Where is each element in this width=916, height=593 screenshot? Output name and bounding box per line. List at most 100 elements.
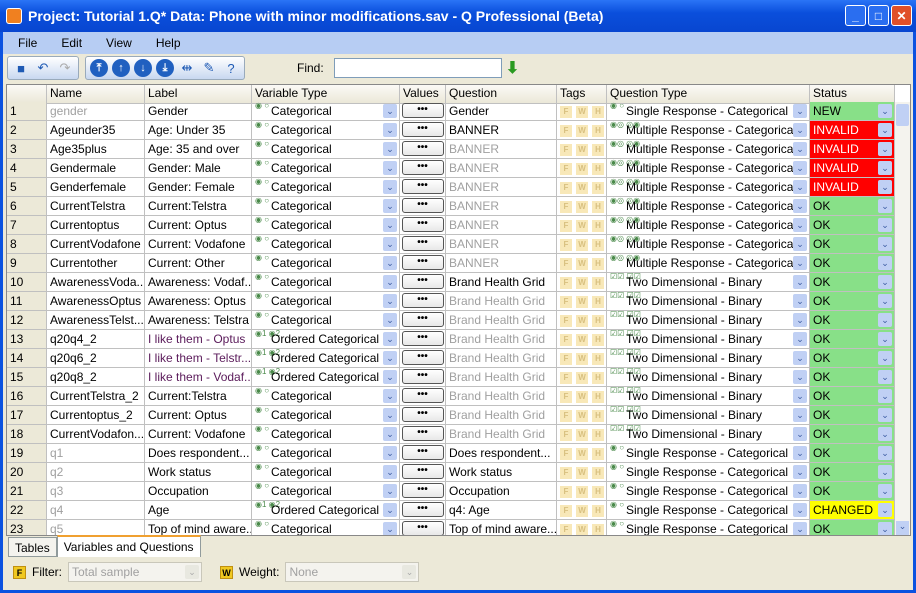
- table-row[interactable]: 18 CurrentVodafon... Current: Vodafone ◉ ○ C…: [7, 425, 897, 444]
- name-cell[interactable]: AwarenessOptus: [47, 292, 145, 311]
- question-cell[interactable]: Work status: [446, 463, 557, 482]
- row-number-cell[interactable]: 6: [7, 197, 47, 216]
- menu-edit[interactable]: Edit: [61, 36, 82, 50]
- table-row[interactable]: 5 Genderfemale Gender: Female ◉ ○ Categorica…: [7, 178, 897, 197]
- row-number-cell[interactable]: 23: [7, 520, 47, 535]
- table-row[interactable]: 8 CurrentVodafone Current: Vodafone ◉ ○ Cate…: [7, 235, 897, 254]
- variable-type-cell[interactable]: ◉1 ◉2Ordered Categorical ⌄: [252, 501, 400, 520]
- status-cell[interactable]: OK ⌄: [810, 349, 895, 368]
- row-number-cell[interactable]: 15: [7, 368, 47, 387]
- table-row[interactable]: 23 q5 Top of mind aware... ◉ ○ Categorical ⌄ •…: [7, 520, 897, 535]
- move-bottom-icon[interactable]: ⤓: [156, 59, 174, 77]
- chevron-down-icon[interactable]: ⌄: [383, 313, 397, 327]
- chevron-down-icon[interactable]: ⌄: [793, 256, 807, 270]
- chevron-down-icon[interactable]: ⌄: [878, 389, 892, 403]
- chevron-down-icon[interactable]: ⌄: [793, 351, 807, 365]
- table-row[interactable]: 9 Currentother Current: Other ◉ ○ Categorica…: [7, 254, 897, 273]
- chevron-down-icon[interactable]: ⌄: [383, 351, 397, 365]
- label-cell[interactable]: Current: Optus: [145, 216, 252, 235]
- chevron-down-icon[interactable]: ⌄: [793, 142, 807, 156]
- question-cell[interactable]: Brand Health Grid: [446, 273, 557, 292]
- status-cell[interactable]: OK ⌄: [810, 330, 895, 349]
- tag-f-icon[interactable]: F: [560, 181, 572, 194]
- values-button[interactable]: •••: [401, 293, 444, 308]
- row-number-cell[interactable]: 11: [7, 292, 47, 311]
- variable-type-cell[interactable]: ◉1 ◉2Ordered Categorical ⌄: [252, 349, 400, 368]
- chevron-down-icon[interactable]: ⌄: [383, 218, 397, 232]
- chevron-down-icon[interactable]: ⌄: [383, 503, 397, 517]
- menu-help[interactable]: Help: [156, 36, 181, 50]
- name-cell[interactable]: Age35plus: [47, 140, 145, 159]
- variable-type-cell[interactable]: ◉ ○ Categorical ⌄: [252, 482, 400, 501]
- tag-f-icon[interactable]: F: [560, 295, 572, 308]
- tag-f-icon[interactable]: F: [560, 162, 572, 175]
- tag-h-icon[interactable]: H: [592, 257, 604, 270]
- tag-h-icon[interactable]: H: [592, 276, 604, 289]
- variable-type-cell[interactable]: ◉ ○ Categorical ⌄: [252, 520, 400, 535]
- row-number-cell[interactable]: 20: [7, 463, 47, 482]
- move-top-icon[interactable]: ⤒: [90, 59, 108, 77]
- chevron-down-icon[interactable]: ⌄: [878, 427, 892, 441]
- tag-f-icon[interactable]: F: [560, 143, 572, 156]
- tag-h-icon[interactable]: H: [592, 447, 604, 460]
- table-row[interactable]: 12 AwarenessTelst... Awareness: Telstra ◉ ○…: [7, 311, 897, 330]
- tag-h-icon[interactable]: H: [592, 428, 604, 441]
- tag-h-icon[interactable]: H: [592, 143, 604, 156]
- name-cell[interactable]: AwarenessTelst...: [47, 311, 145, 330]
- values-button[interactable]: •••: [401, 483, 444, 498]
- tag-f-icon[interactable]: F: [560, 238, 572, 251]
- chevron-down-icon[interactable]: ⌄: [878, 237, 892, 251]
- help-icon[interactable]: ?: [222, 59, 240, 77]
- question-type-cell[interactable]: ◉◎ ◎◉Multiple Response - Categorical ⌄: [607, 254, 810, 273]
- chevron-down-icon[interactable]: ⌄: [793, 522, 807, 535]
- values-button[interactable]: •••: [401, 388, 444, 403]
- label-cell[interactable]: Awareness: Optus: [145, 292, 252, 311]
- tag-h-icon[interactable]: H: [592, 124, 604, 137]
- question-cell[interactable]: BANNER: [446, 178, 557, 197]
- tag-w-icon[interactable]: W: [576, 219, 588, 232]
- chevron-down-icon[interactable]: ⌄: [878, 484, 892, 498]
- chevron-down-icon[interactable]: ⌄: [878, 123, 892, 137]
- minimize-button[interactable]: _: [845, 5, 866, 26]
- question-type-cell[interactable]: ◉◎ ◎◉Multiple Response - Categorical ⌄: [607, 235, 810, 254]
- variable-type-cell[interactable]: ◉ ○ Categorical ⌄: [252, 140, 400, 159]
- chevron-down-icon[interactable]: ⌄: [878, 294, 892, 308]
- values-button[interactable]: •••: [401, 274, 444, 289]
- question-type-cell[interactable]: ☑☑ ☑☑Two Dimensional - Binary ⌄: [607, 387, 810, 406]
- vertical-scrollbar[interactable]: ⌄: [895, 102, 910, 535]
- chevron-down-icon[interactable]: ⌄: [383, 123, 397, 137]
- tag-h-icon[interactable]: H: [592, 371, 604, 384]
- chevron-down-icon[interactable]: ⌄: [383, 199, 397, 213]
- tag-f-icon[interactable]: F: [560, 447, 572, 460]
- row-number-cell[interactable]: 2: [7, 121, 47, 140]
- values-button[interactable]: •••: [401, 217, 444, 232]
- status-cell[interactable]: OK ⌄: [810, 235, 895, 254]
- tag-w-icon[interactable]: W: [576, 162, 588, 175]
- name-cell[interactable]: q4: [47, 501, 145, 520]
- variable-type-cell[interactable]: ◉1 ◉2Ordered Categorical ⌄: [252, 368, 400, 387]
- question-type-cell[interactable]: ☑☑ ☑☑Two Dimensional - Binary ⌄: [607, 330, 810, 349]
- row-number-cell[interactable]: 16: [7, 387, 47, 406]
- question-cell[interactable]: Does respondent...: [446, 444, 557, 463]
- move-down-icon[interactable]: ↓: [134, 59, 152, 77]
- row-number-cell[interactable]: 9: [7, 254, 47, 273]
- question-type-cell[interactable]: ◉◎ ◎◉Multiple Response - Categorical ⌄: [607, 140, 810, 159]
- status-cell[interactable]: OK ⌄: [810, 311, 895, 330]
- chevron-down-icon[interactable]: ⌄: [793, 123, 807, 137]
- variable-type-cell[interactable]: ◉ ○ Categorical ⌄: [252, 311, 400, 330]
- move-up-icon[interactable]: ↑: [112, 59, 130, 77]
- chevron-down-icon[interactable]: ⌄: [878, 275, 892, 289]
- question-cell[interactable]: Brand Health Grid: [446, 330, 557, 349]
- chevron-down-icon[interactable]: ⌄: [878, 465, 892, 479]
- question-cell[interactable]: Brand Health Grid: [446, 311, 557, 330]
- tag-w-icon[interactable]: W: [576, 409, 588, 422]
- row-number-cell[interactable]: 17: [7, 406, 47, 425]
- name-cell[interactable]: Currentoptus_2: [47, 406, 145, 425]
- label-cell[interactable]: Current: Vodafone: [145, 425, 252, 444]
- values-button[interactable]: •••: [401, 350, 444, 365]
- table-row[interactable]: 19 q1 Does respondent... ◉ ○ Categorical ⌄ •••…: [7, 444, 897, 463]
- question-type-cell[interactable]: ☑☑ ☑☑Two Dimensional - Binary ⌄: [607, 273, 810, 292]
- table-row[interactable]: 15 q20q8_2 I like them - Vodaf... ◉1 ◉2Orde…: [7, 368, 897, 387]
- chevron-down-icon[interactable]: ⌄: [383, 180, 397, 194]
- question-type-cell[interactable]: ☑☑ ☑☑Two Dimensional - Binary ⌄: [607, 311, 810, 330]
